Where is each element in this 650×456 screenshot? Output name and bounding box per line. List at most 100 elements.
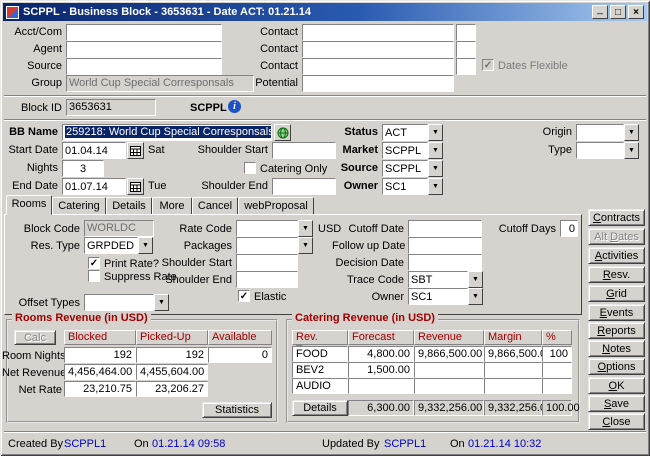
options-button[interactable]: Options	[588, 358, 645, 375]
bev2-pct-cell[interactable]	[542, 362, 572, 378]
statistics-button[interactable]: Statistics	[202, 402, 272, 418]
calc-button[interactable]: Calc	[14, 330, 56, 345]
tab-webproposal[interactable]: webProposal	[238, 197, 314, 215]
potential-field[interactable]	[302, 75, 454, 92]
packages-field[interactable]	[236, 237, 298, 254]
bev2-forecast-cell[interactable]: 1,500.00	[348, 362, 414, 378]
rate-code-dropdown-button[interactable]	[298, 220, 313, 237]
activities-button[interactable]: Activities	[588, 247, 645, 264]
room-nights-picked-up-cell[interactable]: 192	[136, 347, 208, 363]
bev2-rev-type-cell[interactable]: BEV2	[292, 362, 348, 378]
res-type-dropdown-button[interactable]	[138, 237, 153, 254]
audio-margin-cell[interactable]	[484, 378, 542, 394]
contact3-field[interactable]	[302, 58, 454, 75]
contact2-extra-field[interactable]	[456, 41, 476, 58]
bb-name-field[interactable]: 259218: World Cup Special Corresponsals	[62, 124, 272, 141]
start-date-field[interactable]	[62, 142, 126, 159]
audio-pct-cell[interactable]	[542, 378, 572, 394]
nights-field[interactable]	[62, 160, 104, 177]
print-rate-checkbox[interactable]: ✓	[88, 257, 100, 269]
bev2-margin-cell[interactable]	[484, 362, 542, 378]
cutoff-date-field[interactable]	[408, 220, 482, 237]
contact2-field[interactable]	[302, 41, 454, 58]
trace-code-dropdown-button[interactable]	[468, 271, 483, 288]
resv-button[interactable]: Resv.	[588, 266, 645, 283]
grid-button[interactable]: Grid	[588, 285, 645, 302]
rooms-shoulder-start-field[interactable]	[236, 254, 298, 271]
end-date-field[interactable]	[62, 178, 126, 195]
tab-catering[interactable]: Catering	[52, 197, 106, 215]
close-window-button[interactable]	[628, 5, 644, 19]
rate-code-field[interactable]	[236, 220, 298, 237]
rooms-owner-field[interactable]	[408, 288, 468, 305]
catering-only-checkbox[interactable]	[244, 162, 256, 174]
decision-date-field[interactable]	[408, 254, 482, 271]
info-icon[interactable]: i	[228, 100, 241, 113]
maximize-button[interactable]	[610, 5, 626, 19]
res-type-field[interactable]	[84, 237, 138, 254]
type-dropdown-button[interactable]	[624, 142, 639, 159]
status-field[interactable]	[382, 124, 428, 141]
globe-button[interactable]	[274, 124, 291, 141]
source-dropdown-button[interactable]	[428, 160, 443, 177]
tab-more[interactable]: More	[152, 197, 192, 215]
follow-up-date-field[interactable]	[408, 237, 482, 254]
shoulder-end-field[interactable]	[272, 178, 336, 195]
acct-com-field[interactable]	[66, 24, 222, 41]
net-rate-blocked-cell[interactable]: 23,210.75	[64, 381, 136, 397]
save-button[interactable]: Save	[588, 395, 645, 412]
contact1-extra-field[interactable]	[456, 24, 476, 41]
tab-cancel[interactable]: Cancel	[192, 197, 238, 215]
net-revenue-blocked-cell[interactable]: 4,456,464.00	[64, 364, 136, 380]
start-date-calendar-button[interactable]	[127, 142, 144, 159]
shoulder-start-field[interactable]	[272, 142, 336, 159]
status-dropdown-button[interactable]	[428, 124, 443, 141]
events-button[interactable]: Events	[588, 304, 645, 321]
cutoff-days-field[interactable]	[560, 220, 578, 237]
contact3-extra-field[interactable]	[456, 58, 476, 75]
ok-button[interactable]: OK	[588, 377, 645, 394]
market-dropdown-button[interactable]	[428, 142, 443, 159]
audio-rev-type-cell[interactable]: AUDIO	[292, 378, 348, 394]
source-field[interactable]	[382, 160, 428, 177]
notes-button[interactable]: Notes	[588, 340, 645, 357]
owner-dropdown-button[interactable]	[428, 178, 443, 195]
titlebar[interactable]: SCPPL - Business Block - 3653631 - Date …	[3, 3, 647, 21]
net-revenue-picked-up-cell[interactable]: 4,455,604.00	[136, 364, 208, 380]
suppress-rate-checkbox[interactable]	[88, 270, 100, 282]
rooms-owner-dropdown-button[interactable]	[468, 288, 483, 305]
alt-dates-button[interactable]: Alt Dates	[588, 228, 645, 245]
offset-types-field[interactable]	[84, 294, 154, 311]
type-field[interactable]	[576, 142, 624, 159]
origin-dropdown-button[interactable]	[624, 124, 639, 141]
room-nights-available-cell[interactable]: 0	[208, 347, 272, 363]
market-field[interactable]	[382, 142, 428, 159]
elastic-checkbox[interactable]: ✓	[238, 290, 250, 302]
origin-field[interactable]	[576, 124, 624, 141]
audio-forecast-cell[interactable]	[348, 378, 414, 394]
source-account-field[interactable]	[66, 58, 222, 75]
food-margin-cell[interactable]: 9,866,500.00	[484, 346, 542, 362]
minimize-button[interactable]	[592, 5, 608, 19]
details-button[interactable]: Details	[292, 400, 348, 416]
packages-dropdown-button[interactable]	[298, 237, 313, 254]
close-button[interactable]: Close	[588, 413, 645, 430]
room-nights-blocked-cell[interactable]: 192	[64, 347, 136, 363]
food-forecast-cell[interactable]: 4,800.00	[348, 346, 414, 362]
block-code-field[interactable]: WORLDC	[84, 220, 154, 237]
dates-flexible-checkbox[interactable]: ✓	[482, 59, 494, 71]
food-rev-type-cell[interactable]: FOOD	[292, 346, 348, 362]
group-field[interactable]: World Cup Special Corresponsals	[66, 75, 254, 92]
food-pct-cell[interactable]: 100	[542, 346, 572, 362]
tab-details[interactable]: Details	[106, 197, 152, 215]
rooms-shoulder-end-field[interactable]	[236, 271, 298, 288]
owner-field[interactable]	[382, 178, 428, 195]
contact1-field[interactable]	[302, 24, 454, 41]
contracts-button[interactable]: Contracts	[588, 209, 645, 226]
food-revenue-cell[interactable]: 9,866,500.00	[414, 346, 484, 362]
end-date-calendar-button[interactable]	[127, 178, 144, 195]
agent-field[interactable]	[66, 41, 222, 58]
net-rate-picked-up-cell[interactable]: 23,206.27	[136, 381, 208, 397]
tab-rooms[interactable]: Rooms	[6, 195, 52, 215]
offset-types-dropdown-button[interactable]	[154, 294, 169, 311]
